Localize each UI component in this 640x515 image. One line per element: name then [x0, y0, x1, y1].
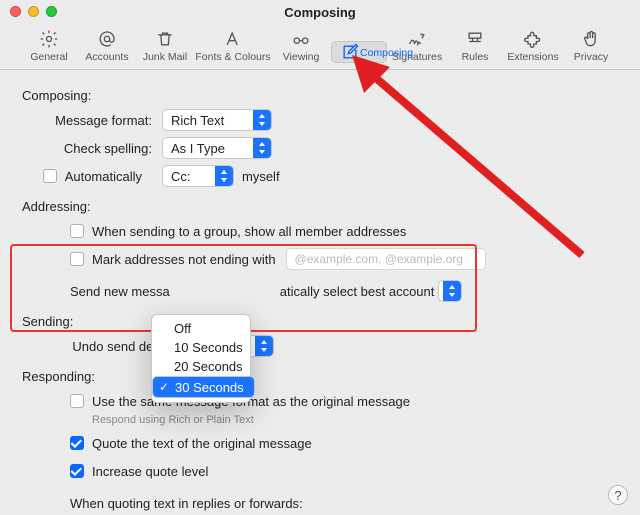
compose-icon [340, 41, 360, 63]
puzzle-icon [505, 28, 561, 50]
section-header-sending: Sending: [22, 314, 610, 329]
help-button[interactable]: ? [608, 485, 628, 505]
check-spelling-label: Check spelling: [30, 141, 162, 156]
mark-addresses-checkbox[interactable] [70, 252, 84, 266]
check-spelling-value: As I Type [171, 141, 225, 156]
tab-rules[interactable]: Rules [447, 26, 503, 63]
tab-label: General [21, 51, 77, 63]
tab-label: Accounts [79, 51, 135, 63]
tab-label: Privacy [563, 51, 619, 63]
menu-item-off[interactable]: Off [152, 319, 250, 338]
cc-bcc-select[interactable]: Cc: [162, 165, 234, 187]
check-spelling-select[interactable]: As I Type [162, 137, 272, 159]
myself-label: myself [242, 169, 280, 184]
quote-text-label: Quote the text of the original message [92, 436, 312, 451]
menu-item-10s[interactable]: 10 Seconds [152, 338, 250, 357]
glasses-icon [273, 28, 329, 50]
cc-value: Cc: [171, 169, 191, 184]
close-window-button[interactable] [10, 6, 21, 17]
section-header-composing: Composing: [22, 88, 610, 103]
window-controls [10, 6, 57, 17]
message-format-label: Message format: [30, 113, 162, 128]
hand-icon [563, 28, 619, 50]
zoom-window-button[interactable] [46, 6, 57, 17]
tab-label: Rules [447, 51, 503, 63]
message-format-select[interactable]: Rich Text [162, 109, 272, 131]
automatically-label: Automatically [65, 169, 142, 184]
window-title: Composing [284, 5, 356, 20]
mark-addresses-label: Mark addresses not ending with [92, 252, 276, 267]
send-from-label-left: Send new messa [70, 284, 170, 299]
send-from-select[interactable] [438, 280, 462, 302]
when-quoting-label: When quoting text in replies or forwards… [70, 496, 303, 511]
chevrons-icon [443, 281, 461, 301]
quote-text-checkbox[interactable] [70, 436, 84, 450]
chevrons-icon [253, 110, 271, 130]
tab-general[interactable]: General [21, 26, 77, 63]
tab-accounts[interactable]: Accounts [79, 26, 135, 63]
tab-label: Junk Mail [137, 51, 193, 63]
message-format-value: Rich Text [171, 113, 224, 128]
font-icon [195, 28, 271, 50]
tab-label: Fonts & Colours [195, 51, 271, 63]
prefs-toolbar: General Accounts Junk Mail Fonts & Colou… [0, 24, 640, 70]
section-header-responding: Responding: [22, 369, 610, 384]
tab-fonts-colours[interactable]: Fonts & Colours [195, 26, 271, 63]
menu-item-20s[interactable]: 20 Seconds [152, 357, 250, 376]
tab-label: Composing [360, 47, 413, 59]
section-header-addressing: Addressing: [22, 199, 610, 214]
rules-icon [447, 28, 503, 50]
send-from-label-right: atically select best account [280, 284, 435, 299]
group-addresses-label: When sending to a group, show all member… [92, 224, 406, 239]
chevrons-icon [253, 138, 271, 158]
chevrons-icon [255, 336, 273, 356]
chevrons-icon [215, 166, 233, 186]
at-sign-icon [79, 28, 135, 50]
minimize-window-button[interactable] [28, 6, 39, 17]
automatically-cc-checkbox[interactable] [43, 169, 57, 183]
same-format-note: Respond using Rich or Plain Text [30, 414, 610, 426]
tab-composing[interactable]: Composing [331, 41, 387, 63]
increase-quote-checkbox[interactable] [70, 464, 84, 478]
menu-item-30s[interactable]: 30 Seconds [152, 376, 255, 398]
tab-privacy[interactable]: Privacy [563, 26, 619, 63]
trash-icon [137, 28, 193, 50]
tab-label: Viewing [273, 51, 329, 63]
gear-icon [21, 28, 77, 50]
content: Composing: Message format: Rich Text Che… [0, 70, 640, 515]
same-format-checkbox[interactable] [70, 394, 84, 408]
tab-label: Extensions [505, 51, 561, 63]
mark-addresses-field[interactable]: @example.com, @example.org [286, 248, 486, 270]
titlebar: Composing [0, 0, 640, 24]
tab-junk-mail[interactable]: Junk Mail [137, 26, 193, 63]
tab-viewing[interactable]: Viewing [273, 26, 329, 63]
undo-send-menu[interactable]: Off 10 Seconds 20 Seconds 30 Seconds [151, 314, 251, 403]
increase-quote-label: Increase quote level [92, 464, 208, 479]
group-addresses-checkbox[interactable] [70, 224, 84, 238]
tab-extensions[interactable]: Extensions [505, 26, 561, 63]
